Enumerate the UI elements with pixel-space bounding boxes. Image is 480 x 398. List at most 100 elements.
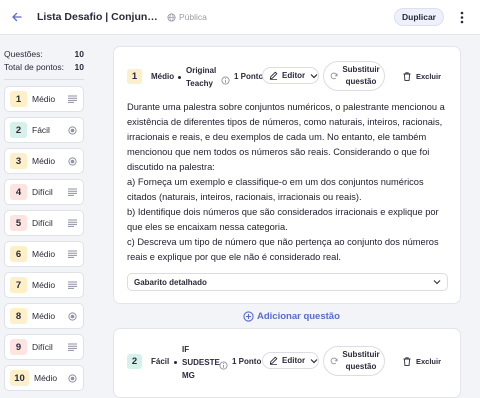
info-icon[interactable] <box>219 357 228 370</box>
chevron-down-icon <box>433 278 441 287</box>
difficulty-label: Médio <box>151 72 175 81</box>
info-icon[interactable] <box>221 72 230 85</box>
chevron-down-icon <box>310 73 318 79</box>
add-question-label: Adicionar questão <box>257 311 340 322</box>
question-item-b: b) Identifique dois números que são cons… <box>127 207 439 232</box>
visibility-label: Pública <box>179 12 207 22</box>
questions-count: 10 <box>74 48 84 59</box>
source-line: Original <box>186 66 217 75</box>
plus-circle-icon <box>243 311 254 322</box>
question-difficulty: Difícil <box>32 342 53 352</box>
sidebar-question-4[interactable]: 4 Difícil <box>4 179 84 205</box>
question-number: 6 <box>10 246 27 262</box>
replace-line: Substituir <box>342 65 380 74</box>
text-lines-icon <box>67 187 77 197</box>
replace-line: questão <box>345 77 377 86</box>
answer-key-dropdown[interactable]: Gabarito detalhado <box>127 273 448 291</box>
replace-line: questão <box>345 362 377 371</box>
question-number: 5 <box>10 215 27 231</box>
trash-icon <box>403 357 411 366</box>
sidebar-question-7[interactable]: 7 Médio <box>4 272 84 298</box>
question-source: IF SUDESTE MG <box>182 343 220 382</box>
question-difficulty: Difícil <box>32 218 53 228</box>
sidebar-question-3[interactable]: 3 Médio <box>4 148 84 174</box>
text-lines-icon <box>67 218 77 228</box>
editor-label: Editor <box>282 356 306 365</box>
question-number-badge: 1 <box>127 69 142 84</box>
points-label: 1 Ponto <box>232 357 262 366</box>
source-line: SUDESTE <box>182 358 220 367</box>
radio-icon <box>67 311 77 321</box>
sidebar-question-10[interactable]: 10 Médio <box>4 365 84 391</box>
question-difficulty: Médio <box>32 249 56 259</box>
trash-icon <box>403 72 411 81</box>
text-lines-icon <box>67 280 77 290</box>
question-difficulty: Fácil <box>32 125 50 135</box>
more-options-icon[interactable] <box>455 9 469 25</box>
points-label: Total de pontos: <box>4 61 65 72</box>
sidebar-question-5[interactable]: 5 Difícil <box>4 210 84 236</box>
pencil-icon <box>269 71 278 80</box>
question-difficulty: Médio <box>32 280 56 290</box>
chevron-down-icon <box>310 358 318 364</box>
question-difficulty: Médio <box>32 94 56 104</box>
question-paragraph: Durante uma palestra sobre conjuntos num… <box>127 102 445 172</box>
pencil-icon <box>269 356 278 365</box>
difficulty-label: Fácil <box>151 357 170 366</box>
replace-question-button[interactable]: Substituir questão <box>323 346 385 376</box>
sidebar-question-6[interactable]: 6 Médio <box>4 241 84 267</box>
replace-label: Substituir questão <box>341 349 381 373</box>
question-number: 7 <box>10 277 27 293</box>
editor-dropdown[interactable]: Editor <box>262 352 319 369</box>
question-number: 2 <box>10 122 27 138</box>
back-arrow-icon[interactable] <box>8 8 26 26</box>
question-difficulty: Médio <box>32 156 56 166</box>
replace-line: Substituir <box>342 350 380 359</box>
question-difficulty: Médio <box>32 311 56 321</box>
divider <box>4 79 84 80</box>
question-text: Durante uma palestra sobre conjuntos num… <box>127 100 447 265</box>
questions-label: Questões: <box>4 48 43 59</box>
question-sidebar: Questões: 10 Total de pontos: 10 1 Médio… <box>0 35 94 391</box>
page-title: Lista Desafio | Conjuntos Numéricos <box>37 11 159 23</box>
delete-label: Excluir <box>416 357 442 366</box>
radio-icon <box>67 373 77 383</box>
delete-label: Excluir <box>416 72 442 81</box>
question-difficulty: Médio <box>34 373 58 383</box>
visibility-status: Pública <box>167 12 207 22</box>
text-lines-icon <box>67 249 77 259</box>
delete-button[interactable]: Excluir <box>403 357 441 366</box>
refresh-icon <box>330 357 338 365</box>
refresh-icon <box>330 72 338 80</box>
sidebar-question-1[interactable]: 1 Médio <box>4 86 84 112</box>
text-lines-icon <box>67 94 77 104</box>
points-count: 10 <box>74 61 84 72</box>
question-number: 1 <box>10 91 27 107</box>
radio-icon <box>67 125 77 135</box>
question-item-a: a) Forneça um exemplo e classifique-o em… <box>127 177 424 202</box>
delete-button[interactable]: Excluir <box>403 72 441 81</box>
answer-key-label: Gabarito detalhado <box>134 277 207 287</box>
question-number: 3 <box>10 153 27 169</box>
editor-dropdown[interactable]: Editor <box>262 67 319 84</box>
question-item-c: c) Descreva um tipo de número que não pe… <box>127 237 439 262</box>
question-number-badge: 2 <box>127 354 142 369</box>
separator-dot <box>174 361 177 364</box>
globe-icon <box>167 12 176 22</box>
replace-question-button[interactable]: Substituir questão <box>323 61 385 91</box>
radio-icon <box>67 156 77 166</box>
sidebar-question-2[interactable]: 2 Fácil <box>4 117 84 143</box>
sidebar-question-8[interactable]: 8 Médio <box>4 303 84 329</box>
source-line: Teachy <box>186 79 213 88</box>
editor-label: Editor <box>282 71 306 80</box>
list-stats: Questões: 10 Total de pontos: 10 <box>4 45 84 80</box>
question-card-2: 2 Fácil IF SUDESTE MG 1 Ponto Editor Sub… <box>113 328 461 398</box>
text-lines-icon <box>67 342 77 352</box>
question-number: 9 <box>10 339 27 355</box>
question-difficulty: Difícil <box>32 187 53 197</box>
source-line: IF <box>182 345 190 354</box>
add-question-button[interactable]: Adicionar questão <box>243 311 340 322</box>
sidebar-question-9[interactable]: 9 Difícil <box>4 334 84 360</box>
duplicate-button[interactable]: Duplicar <box>394 8 444 26</box>
question-source: Original Teachy <box>186 64 216 90</box>
